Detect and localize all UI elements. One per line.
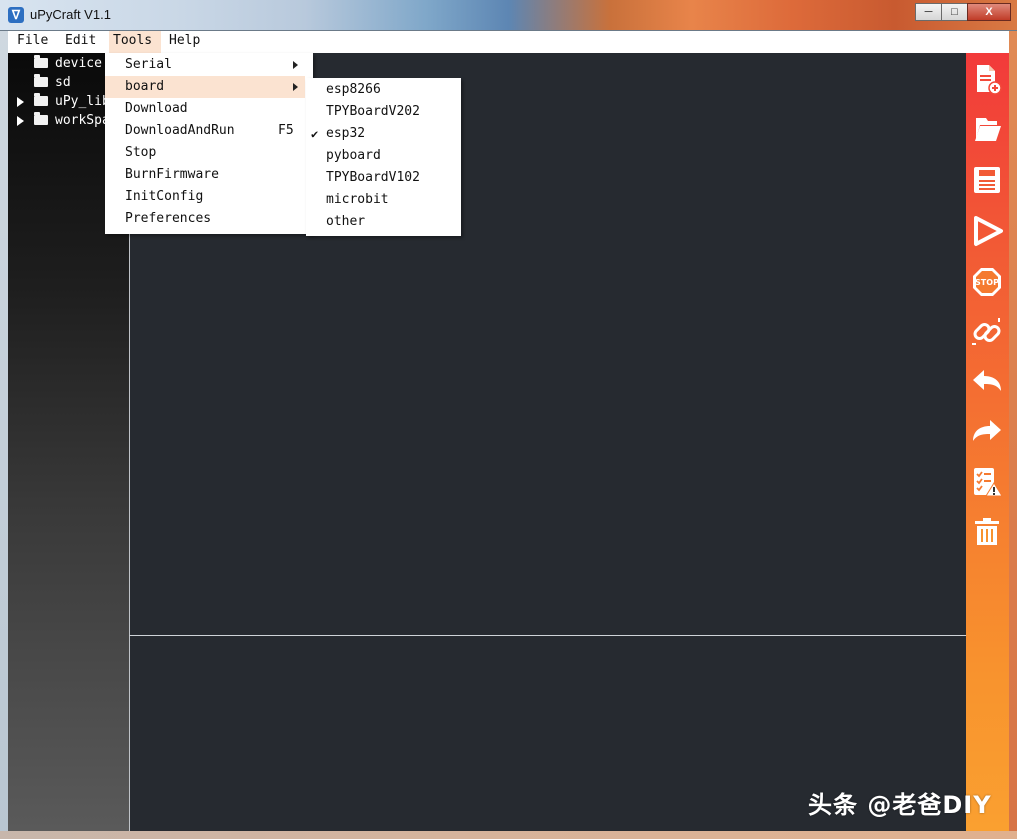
menu-item-label: BurnFirmware xyxy=(125,167,219,182)
window-controls: ─ □ X xyxy=(915,3,1011,21)
menu-item-board[interactable]: board xyxy=(105,76,305,98)
board-option-tpyboardv102[interactable]: TPYBoardV102 xyxy=(306,167,461,189)
menu-item-download[interactable]: Download xyxy=(105,98,313,120)
redo-button[interactable] xyxy=(968,412,1006,452)
upycraft-logo-icon: ᐁ xyxy=(8,7,24,23)
syntax-check-button[interactable] xyxy=(968,462,1006,502)
menu-item-label: TPYBoardV102 xyxy=(326,170,420,185)
stop-button[interactable]: STOP xyxy=(968,262,1006,302)
folder-icon xyxy=(34,74,48,87)
board-option-tpyboardv202[interactable]: TPYBoardV202 xyxy=(306,101,461,123)
redo-icon xyxy=(973,420,1001,441)
board-option-other[interactable]: other xyxy=(306,211,461,233)
stop-icon-label: STOP xyxy=(975,278,999,287)
window-left-edge xyxy=(0,31,8,831)
menu-item-burn-firmware[interactable]: BurnFirmware xyxy=(105,164,313,186)
menu-item-label: DownloadAndRun xyxy=(125,123,235,138)
submenu-arrow-icon xyxy=(293,61,298,69)
menu-item-shortcut: F5 xyxy=(278,123,294,138)
board-option-esp32[interactable]: ✔ esp32 xyxy=(306,123,461,145)
folder-icon xyxy=(34,112,48,125)
new-file-icon xyxy=(977,65,1002,95)
tree-item-label: sd xyxy=(55,75,71,90)
syntax-check-icon xyxy=(974,468,1003,497)
menu-item-label: esp8266 xyxy=(326,82,381,97)
title-bar: ᐁ uPyCraft V1.1 ─ □ X xyxy=(0,0,1017,31)
board-option-pyboard[interactable]: pyboard xyxy=(306,145,461,167)
menu-item-label: InitConfig xyxy=(125,189,204,204)
menu-item-preferences[interactable]: Preferences xyxy=(105,208,313,230)
save-button[interactable] xyxy=(968,160,1006,200)
watermark: 头条 @老爸DIY xyxy=(808,791,992,819)
menu-item-label: esp32 xyxy=(326,126,366,141)
window-bottom-edge xyxy=(0,831,1017,839)
menu-help[interactable]: Help xyxy=(165,31,204,53)
menu-item-label: other xyxy=(326,214,366,229)
tools-menu: Serial board Download DownloadAndRun F5 … xyxy=(105,53,313,234)
connect-icon xyxy=(972,318,1001,345)
window-right-edge xyxy=(1009,31,1017,831)
folder-icon xyxy=(34,93,48,106)
right-toolbar: STOP xyxy=(966,53,1009,831)
run-button[interactable] xyxy=(968,211,1006,251)
undo-icon xyxy=(973,370,1001,391)
close-button[interactable]: X xyxy=(967,3,1011,21)
connect-button[interactable] xyxy=(968,312,1006,352)
menu-tools[interactable]: Tools xyxy=(109,31,161,53)
menu-item-label: Download xyxy=(125,101,188,116)
menu-item-label: microbit xyxy=(326,192,389,207)
run-icon xyxy=(974,216,1003,246)
open-file-button[interactable] xyxy=(968,109,1006,149)
menu-item-label: pyboard xyxy=(326,148,381,163)
menu-item-label: Serial xyxy=(125,57,172,72)
window-title: uPyCraft V1.1 xyxy=(30,7,111,22)
undo-button[interactable] xyxy=(968,362,1006,402)
clear-button[interactable] xyxy=(968,512,1006,552)
maximize-button[interactable]: □ xyxy=(941,3,968,21)
save-icon xyxy=(974,167,1000,193)
stop-icon: STOP xyxy=(973,268,1001,296)
menu-item-init-config[interactable]: InitConfig xyxy=(105,186,313,208)
menu-item-label: Stop xyxy=(125,145,157,160)
menu-file[interactable]: File xyxy=(13,31,52,53)
board-option-esp8266[interactable]: esp8266 xyxy=(306,79,461,101)
menu-item-label: board xyxy=(125,79,165,94)
tree-item-label: device xyxy=(55,56,102,71)
menu-item-stop[interactable]: Stop xyxy=(105,142,313,164)
clear-icon xyxy=(975,518,999,545)
menu-item-serial[interactable]: Serial xyxy=(105,54,313,76)
new-file-button[interactable] xyxy=(968,59,1006,99)
open-folder-icon xyxy=(975,118,1001,141)
menu-edit[interactable]: Edit xyxy=(61,31,100,53)
menu-item-label: Preferences xyxy=(125,211,212,226)
board-submenu: esp8266 TPYBoardV202 ✔ esp32 pyboard TPY… xyxy=(306,78,461,236)
menu-item-label: TPYBoardV202 xyxy=(326,104,420,119)
expand-arrow-icon[interactable] xyxy=(17,116,24,126)
tree-item-label: uPy_lib xyxy=(55,94,110,109)
menu-item-download-and-run[interactable]: DownloadAndRun F5 xyxy=(105,120,313,142)
expand-arrow-icon[interactable] xyxy=(17,97,24,107)
folder-icon xyxy=(34,55,48,68)
menu-bar: File Edit Tools Help xyxy=(8,31,1009,53)
minimize-button[interactable]: ─ xyxy=(915,3,942,21)
check-mark-icon: ✔ xyxy=(311,127,319,141)
submenu-arrow-icon xyxy=(293,83,298,91)
board-option-microbit[interactable]: microbit xyxy=(306,189,461,211)
